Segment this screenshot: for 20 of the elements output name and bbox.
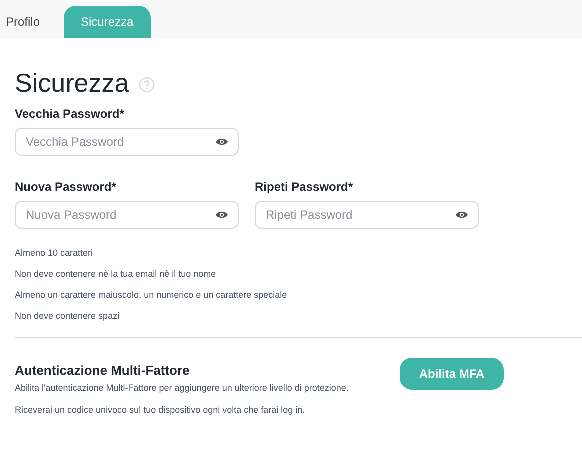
section-heading: Autenticazione Multi-Fattore [15, 362, 191, 380]
password-rule: Non deve contenere spazi [15, 310, 121, 322]
tab[interactable]: Sicurezza [64, 6, 151, 38]
password-rule: Non deve contenere nè la tua email nè il tuo nome [15, 268, 218, 280]
password-field[interactable]: Ripeti Password [255, 201, 479, 229]
enable-mfa-button[interactable]: Abilita MFA [400, 358, 504, 390]
password-rule: Almeno un carattere maiuscolo, un numerico e un carattere speciale [15, 289, 288, 301]
field-label: Ripeti Password* [255, 179, 354, 196]
tab[interactable]: Profilo [6, 6, 40, 38]
eye-icon[interactable] [216, 211, 228, 219]
eye-icon[interactable] [456, 211, 468, 219]
description-text: Abilita l'autenticazione Multi-Fattore per aggiungere un ulteriore livello di protezione. [15, 382, 350, 394]
password-field[interactable]: Nuova Password [15, 201, 239, 229]
page-title: Sicurezza [15, 68, 130, 98]
eye-icon[interactable] [216, 138, 228, 146]
password-rule: Almeno 10 caratteri [15, 247, 94, 259]
password-field[interactable]: Vecchia Password [15, 128, 239, 156]
field-label: Nuova Password* [15, 179, 118, 196]
field-label: Vecchia Password* [15, 106, 126, 123]
description-text: Riceverai un codice univoco sul tuo dispositivo ogni volta che farai log in. [15, 404, 306, 416]
